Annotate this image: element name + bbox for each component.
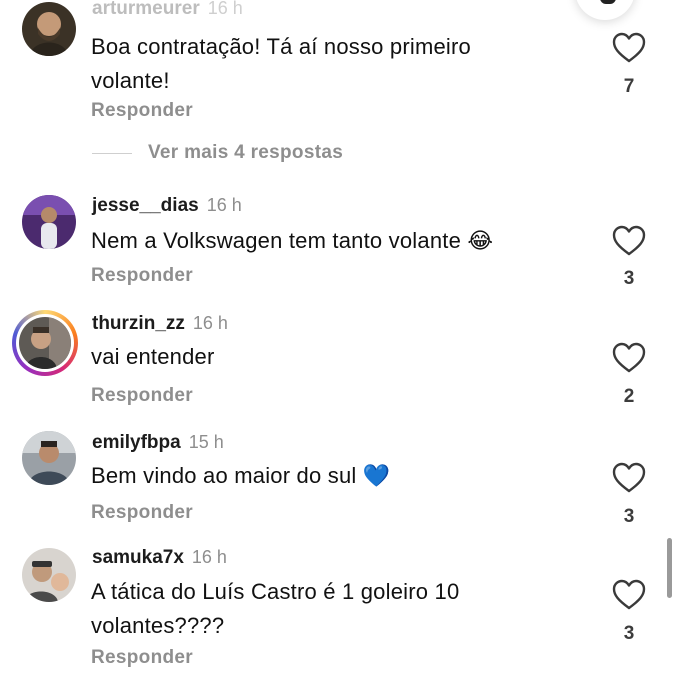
timestamp: 16 h [191, 547, 227, 567]
reply-button[interactable]: Responder [91, 647, 193, 669]
avatar-story-ring[interactable] [12, 310, 78, 376]
timestamp: 15 h [188, 432, 224, 452]
comment-header: arturmeurer 16 h [92, 0, 243, 20]
username[interactable]: emilyfbpa [92, 432, 181, 454]
avatar[interactable] [22, 431, 76, 485]
username[interactable]: arturmeurer [92, 0, 200, 20]
comment-header: emilyfbpa 15 h [92, 432, 224, 454]
replies-divider [92, 153, 132, 154]
timestamp: 16 h [207, 0, 243, 18]
heart-outline-icon[interactable] [612, 225, 646, 257]
heart-outline-icon[interactable] [612, 342, 646, 374]
comment-header: jesse__dias 16 h [92, 195, 242, 217]
avatar [19, 317, 71, 369]
heart-outline-icon[interactable] [612, 462, 646, 494]
like-count: 7 [623, 76, 635, 97]
timestamp: 16 h [192, 313, 228, 333]
avatar[interactable] [22, 2, 76, 56]
like-count: 2 [623, 386, 635, 407]
avatar[interactable] [22, 195, 76, 249]
comment-header: samuka7x 16 h [92, 547, 227, 569]
comment-text: A tática do Luís Castro é 1 goleiro 10 v… [91, 579, 460, 638]
comment-text: Bem vindo ao maior do sul 💙 [91, 463, 391, 488]
username[interactable]: thurzin_zz [92, 313, 185, 335]
comment-text: Nem a Volkswagen tem tanto volante 😂 [91, 228, 494, 253]
username[interactable]: jesse__dias [92, 195, 199, 217]
comment-text: Boa contratação! Tá aí nosso primeiro vo… [91, 34, 471, 93]
scrollbar[interactable] [667, 538, 672, 598]
username[interactable]: samuka7x [92, 547, 184, 569]
view-more-replies-button[interactable]: Ver mais 4 respostas [148, 142, 343, 164]
reply-button[interactable]: Responder [91, 502, 193, 524]
reply-button[interactable]: Responder [91, 100, 193, 122]
heart-outline-icon[interactable] [612, 32, 646, 64]
like-count: 3 [623, 623, 635, 644]
like-count: 3 [623, 506, 635, 527]
like-count: 3 [623, 268, 635, 289]
reply-button[interactable]: Responder [91, 385, 193, 407]
comment-header: thurzin_zz 16 h [92, 313, 228, 335]
avatar[interactable] [22, 548, 76, 602]
heart-outline-icon[interactable] [612, 579, 646, 611]
reply-button[interactable]: Responder [91, 265, 193, 287]
timestamp: 16 h [206, 195, 242, 215]
comment-text: vai entender [91, 344, 215, 369]
